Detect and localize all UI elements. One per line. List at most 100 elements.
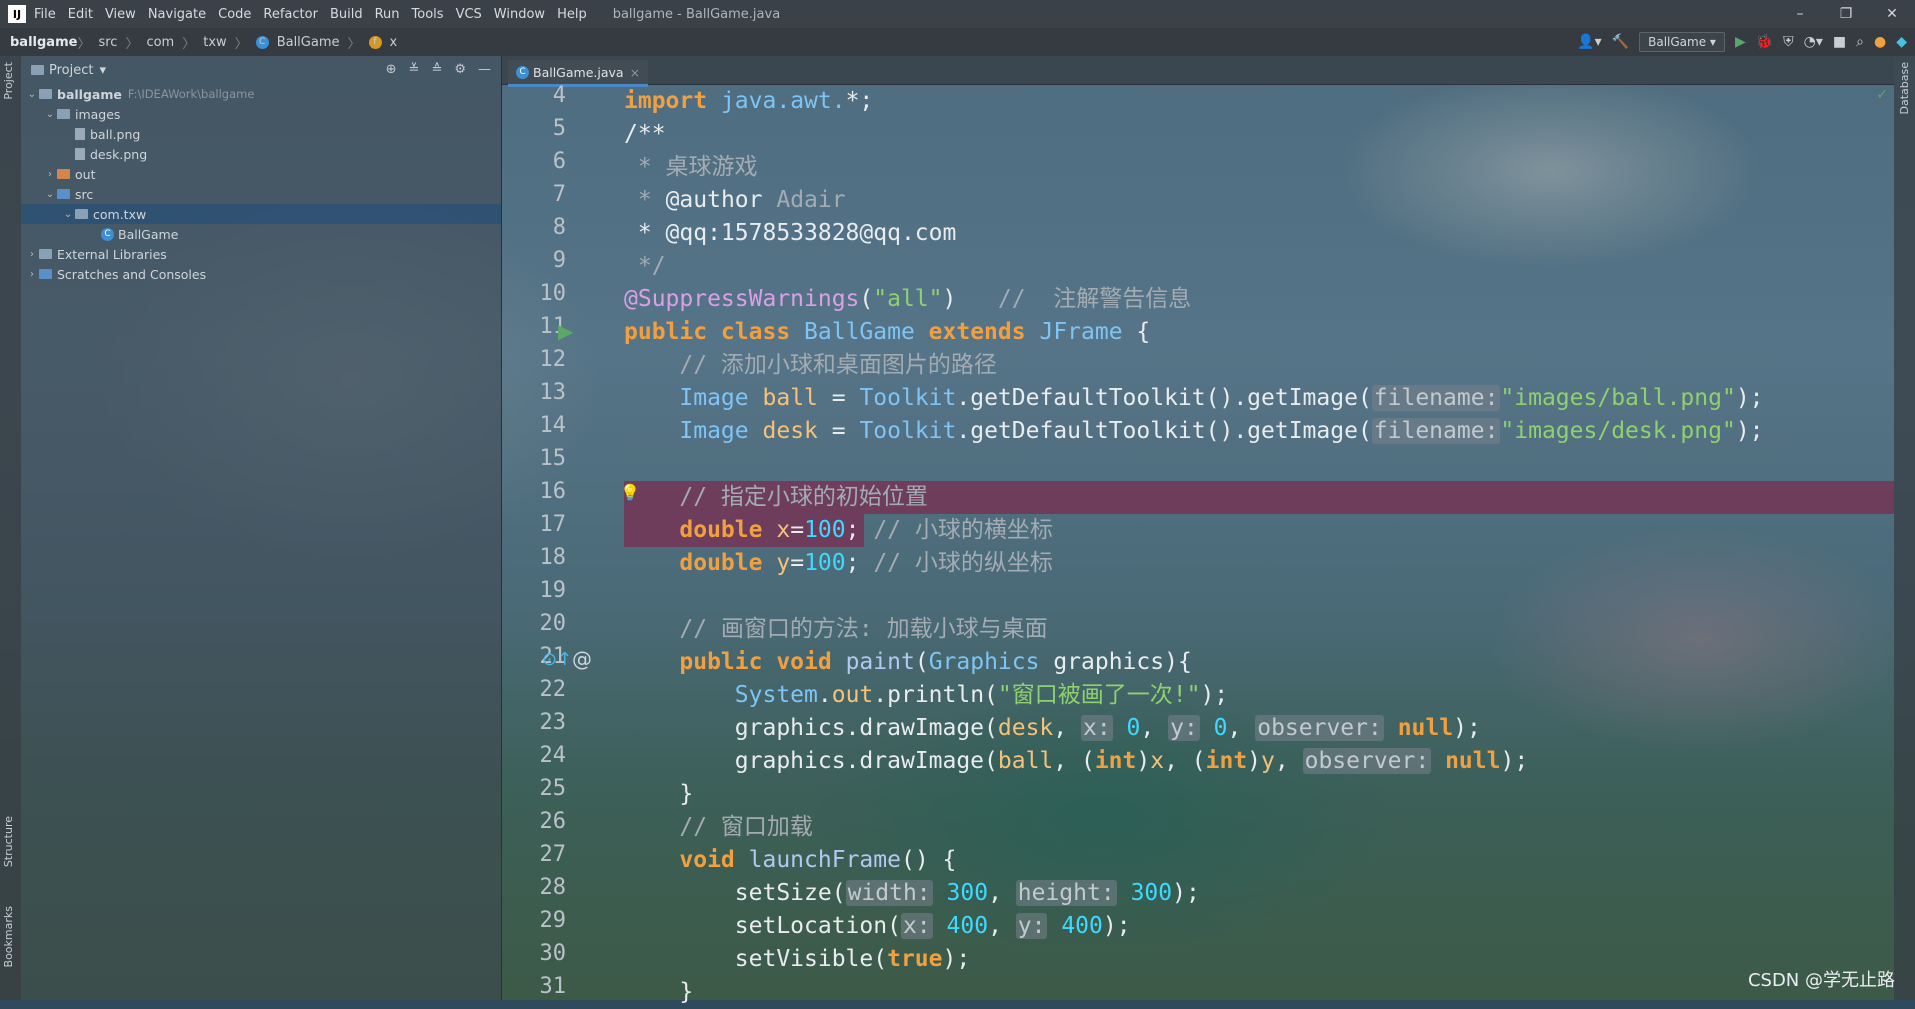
code-line: graphics.drawImage(desk, x: 0, y: 0, obs…	[624, 715, 1481, 741]
tree-item-external-libraries[interactable]: › External Libraries	[21, 244, 501, 264]
tree-item-ballgame-class[interactable]: C BallGame	[21, 224, 501, 244]
code-line: setVisible(true);	[624, 946, 971, 972]
breadcrumb: ballgame 〉 src 〉 com 〉 txw 〉 C BallGame 〉 fx	[10, 34, 398, 52]
tree-item-desk-png[interactable]: desk.png	[21, 144, 501, 164]
class-icon: C	[101, 227, 114, 241]
code-line: * @qq:1578533828@qq.com	[624, 220, 957, 246]
coverage-icon[interactable]: ⛨	[1783, 34, 1794, 50]
code-line: setSize(width: 300, height: 300);	[624, 880, 1200, 906]
line-number: 5	[552, 116, 566, 141]
chevron-down-icon[interactable]: ⌄	[43, 189, 57, 200]
code-line: double y=100; // 小球的纵坐标	[679, 550, 1053, 576]
tree-item-scratches[interactable]: › Scratches and Consoles	[21, 264, 501, 284]
menu-view[interactable]: View	[105, 7, 136, 22]
right-tool-strip: Database	[1894, 56, 1915, 1000]
inspection-ok-icon[interactable]: ✓	[1876, 87, 1888, 103]
tree-item-images[interactable]: ⌄ images	[21, 104, 501, 124]
code-line: // 画窗口的方法: 加载小球与桌面	[624, 616, 1048, 642]
project-panel-tools: ⊕ ≚ ≙ ⚙ —	[386, 62, 491, 77]
line-number: 27	[539, 842, 567, 867]
tree-item-ballgame[interactable]: ⌄ ballgame F:\IDEAWork\ballgame	[21, 84, 501, 104]
breadcrumb-com[interactable]: com	[146, 35, 174, 50]
chevron-down-icon[interactable]: ▾	[99, 63, 106, 78]
code-line: /**	[624, 121, 666, 147]
update-icon[interactable]: ●	[1874, 34, 1886, 50]
profile-icon[interactable]: ◔▾	[1804, 34, 1823, 50]
breadcrumb-class[interactable]: BallGame	[277, 35, 340, 50]
code-line: setLocation(x: 400, y: 400);	[624, 913, 1131, 939]
field-icon: f	[368, 35, 382, 49]
code-line: graphics.drawImage(ball, (int)x, (int)y,…	[624, 748, 1529, 774]
menu-edit[interactable]: Edit	[68, 7, 93, 22]
tree-item-com-txw[interactable]: ⌄ com.txw	[21, 204, 501, 224]
navigation-bar: ballgame 〉 src 〉 com 〉 txw 〉 C BallGame 〉 fx 👤…	[0, 28, 1915, 56]
code-line: }	[624, 979, 694, 1005]
plugin-icon[interactable]: ◆	[1896, 34, 1907, 50]
restore-icon[interactable]: ❐	[1823, 0, 1869, 28]
menu-vcs[interactable]: VCS	[456, 7, 482, 22]
line-number: 20	[539, 611, 567, 636]
class-icon: C	[255, 35, 269, 49]
stop-icon[interactable]: ■	[1833, 34, 1846, 50]
line-number: 16	[539, 479, 567, 504]
menu-refactor[interactable]: Refactor	[263, 7, 318, 22]
project-panel-title[interactable]: Project	[49, 63, 93, 78]
expand-all-icon[interactable]: ≚	[409, 62, 420, 77]
bookmarks-tool-button[interactable]: Bookmarks	[2, 906, 15, 967]
structure-tool-button[interactable]: Structure	[2, 816, 15, 867]
breadcrumb-txw[interactable]: txw	[203, 35, 226, 50]
source-folder-icon	[57, 189, 70, 199]
database-tool-button[interactable]: Database	[1898, 62, 1911, 115]
editor-gutter: 4 5 6 7 8 9 10 11 12 13 14 15 16 17 18 1…	[502, 83, 640, 1000]
hide-icon[interactable]: —	[478, 62, 491, 77]
scratches-icon	[39, 269, 52, 279]
gear-icon[interactable]: ⚙	[454, 62, 466, 77]
chevron-right-icon[interactable]: ›	[43, 169, 57, 180]
line-number: 29	[539, 908, 567, 933]
menu-window[interactable]: Window	[494, 7, 545, 22]
code-line: public void paint(Graphics graphics){	[679, 649, 1192, 675]
run-gutter-icon[interactable]: ▶	[558, 319, 573, 343]
menu-bar: IJ File Edit View Navigate Code Refactor…	[0, 0, 1915, 28]
module-folder-icon	[39, 89, 52, 99]
intellij-logo-icon: IJ	[8, 5, 26, 23]
menu-code[interactable]: Code	[218, 7, 251, 22]
chevron-right-icon[interactable]: ›	[25, 269, 39, 280]
menu-file[interactable]: File	[34, 7, 56, 22]
run-icon[interactable]: ▶	[1735, 34, 1746, 50]
breadcrumb-src[interactable]: src	[98, 35, 117, 50]
menu-tools[interactable]: Tools	[412, 7, 444, 22]
breadcrumb-project[interactable]: ballgame	[10, 35, 77, 50]
search-icon[interactable]: ⌕	[1856, 34, 1864, 50]
menu-run[interactable]: Run	[375, 7, 400, 22]
close-tab-icon[interactable]: ×	[630, 65, 640, 80]
menu-navigate[interactable]: Navigate	[148, 7, 206, 22]
line-number: 22	[539, 677, 567, 702]
chevron-down-icon[interactable]: ⌄	[25, 89, 39, 100]
annotation-icon[interactable]: @	[572, 647, 592, 671]
image-file-icon	[75, 148, 85, 160]
code-line: @SuppressWarnings("all") // 注解警告信息	[624, 286, 1192, 312]
run-config-select[interactable]: BallGame ▾	[1639, 32, 1725, 52]
tree-item-ball-png[interactable]: ball.png	[21, 124, 501, 144]
project-tool-button[interactable]: Project	[2, 62, 15, 100]
code-editor[interactable]: 4 5 6 7 8 9 10 11 12 13 14 15 16 17 18 1…	[502, 83, 1894, 1005]
locate-icon[interactable]: ⊕	[386, 62, 397, 77]
build-hammer-icon[interactable]: 🔨	[1612, 34, 1629, 50]
minimize-icon[interactable]: –	[1777, 0, 1823, 28]
chevron-down-icon[interactable]: ⌄	[43, 109, 57, 120]
menu-build[interactable]: Build	[330, 7, 363, 22]
code-line: Image desk = Toolkit.getDefaultToolkit()…	[679, 418, 1764, 444]
collapse-all-icon[interactable]: ≙	[431, 62, 442, 77]
menu-help[interactable]: Help	[557, 7, 587, 22]
chevron-down-icon[interactable]: ⌄	[61, 209, 75, 220]
tree-item-src[interactable]: ⌄ src	[21, 184, 501, 204]
override-icon[interactable]: ⊙↑	[542, 649, 572, 670]
chevron-right-icon[interactable]: ›	[25, 249, 39, 260]
user-icon[interactable]: 👤▾	[1577, 34, 1601, 50]
debug-icon[interactable]: 🐞	[1756, 34, 1773, 50]
line-number: 31	[539, 974, 567, 999]
close-icon[interactable]: ✕	[1869, 0, 1915, 28]
tree-item-out[interactable]: › out	[21, 164, 501, 184]
breadcrumb-field[interactable]: x	[390, 35, 398, 50]
